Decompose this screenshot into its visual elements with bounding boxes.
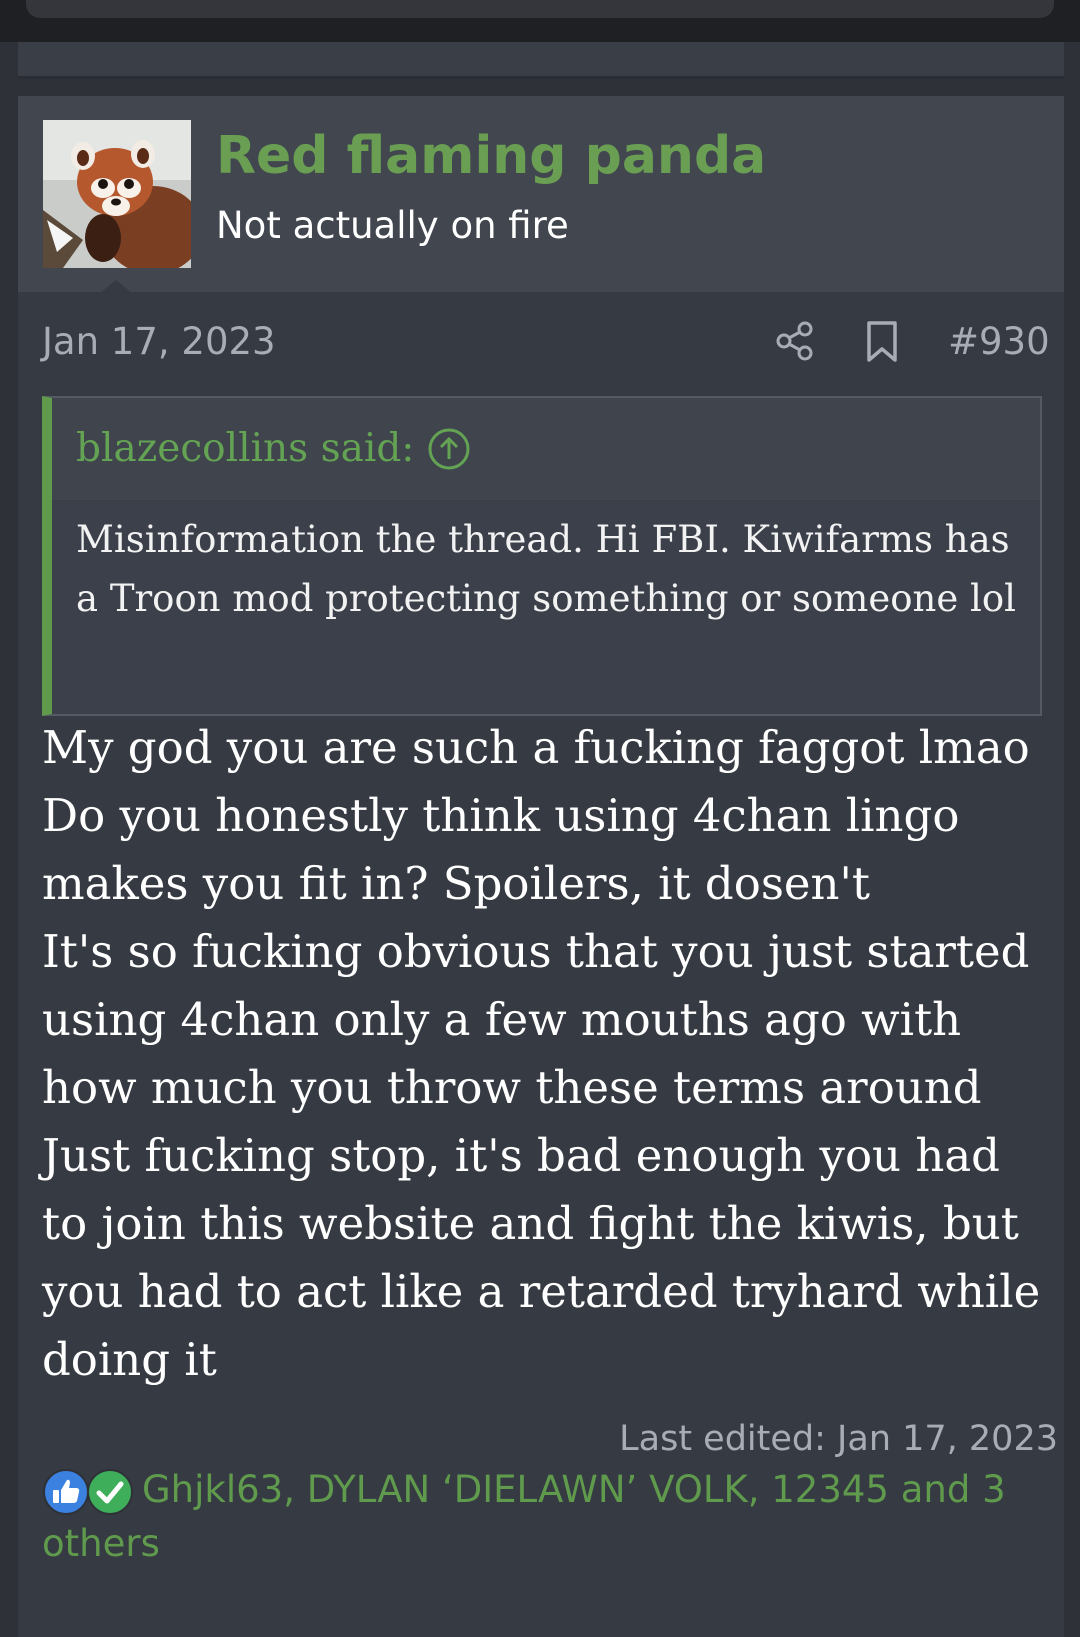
post-body-line: Just fucking stop, it's bad enough you h… (42, 1129, 1000, 1182)
post-date[interactable]: Jan 17, 2023 (42, 318, 276, 366)
bookmark-icon[interactable] (864, 320, 900, 364)
user-title: Not actually on fire (216, 204, 569, 247)
header-pointer (100, 280, 132, 293)
post-body-line: makes you fit in? Spoilers, it dosen't (42, 857, 870, 910)
reactions-bar: Ghjkl63, DYLAN ‘DIELAWN’ VOLK, 12345 and… (42, 1464, 1052, 1570)
red-panda-avatar-image (43, 120, 191, 268)
share-icon[interactable] (774, 320, 816, 362)
post-body-line: you had to act like a retarded tryhard w… (42, 1265, 1041, 1318)
post-body: My god you are such a fucking faggot lma… (42, 714, 1052, 1394)
user-avatar[interactable] (43, 120, 191, 268)
post-number[interactable]: #930 (948, 318, 1058, 366)
quote-header: blazecollins said: (52, 398, 1040, 501)
reaction-users-link[interactable]: Ghjkl63, DYLAN ‘DIELAWN’ VOLK, 12345 and… (42, 1468, 1006, 1565)
post-body-line: doing it (42, 1333, 217, 1386)
post-body-line: My god you are such a fucking faggot lma… (42, 721, 1030, 774)
forum-post: Red flaming panda Not actually on fire J… (18, 96, 1064, 1637)
agree-check-icon (87, 1468, 133, 1515)
reaction-icons[interactable] (42, 1466, 138, 1518)
last-edited: Last edited: Jan 17, 2023 (619, 1419, 1058, 1459)
thread-nav-strip (18, 42, 1064, 79)
quote-block: blazecollins said: Misinformation the th… (42, 396, 1042, 716)
post-body-line: Do you honestly think using 4chan lingo (42, 789, 960, 842)
post-body-line: using 4chan only a few mouths ago with (42, 993, 962, 1046)
post-header: Red flaming panda Not actually on fire (18, 96, 1064, 293)
post-body-line: It's so fucking obvious that you just st… (42, 925, 1030, 978)
search-bar[interactable] (26, 0, 1054, 18)
post-body-line: how much you throw these terms around (42, 1061, 982, 1114)
post-body-line: to join this website and fight the kiwis… (42, 1197, 1019, 1250)
arrow-up-circle-icon[interactable] (426, 426, 472, 472)
quote-text: Misinformation the thread. Hi FBI. Kiwif… (76, 518, 1016, 620)
quote-author[interactable]: blazecollins said: (76, 424, 414, 474)
top-bar (0, 0, 1080, 42)
like-icon (43, 1468, 89, 1515)
username[interactable]: Red flaming panda (216, 124, 766, 188)
